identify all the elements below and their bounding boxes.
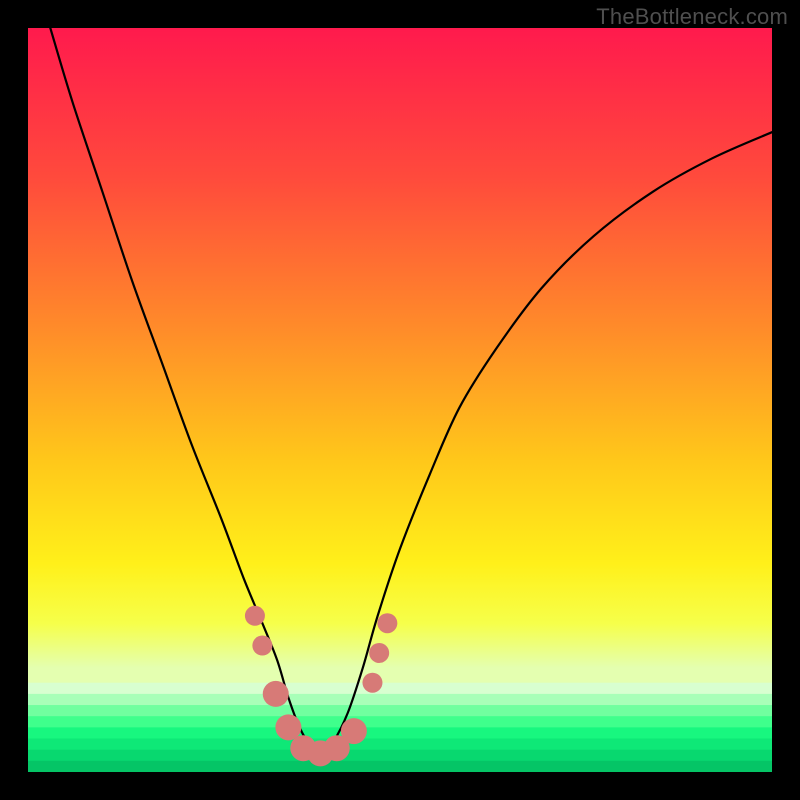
marker-dot <box>275 714 301 740</box>
marker-dot <box>245 606 265 626</box>
lower-gradient-band <box>28 683 772 772</box>
marker-dot <box>341 718 367 744</box>
chart-svg <box>28 28 772 772</box>
marker-dot <box>263 681 289 707</box>
marker-dot <box>369 643 389 663</box>
chart-frame: TheBottleneck.com <box>0 0 800 800</box>
marker-dot <box>377 613 397 633</box>
marker-dot <box>362 673 382 693</box>
chart-background <box>28 28 772 772</box>
watermark-text: TheBottleneck.com <box>596 4 788 30</box>
plot-area <box>28 28 772 772</box>
marker-dot <box>252 636 272 656</box>
